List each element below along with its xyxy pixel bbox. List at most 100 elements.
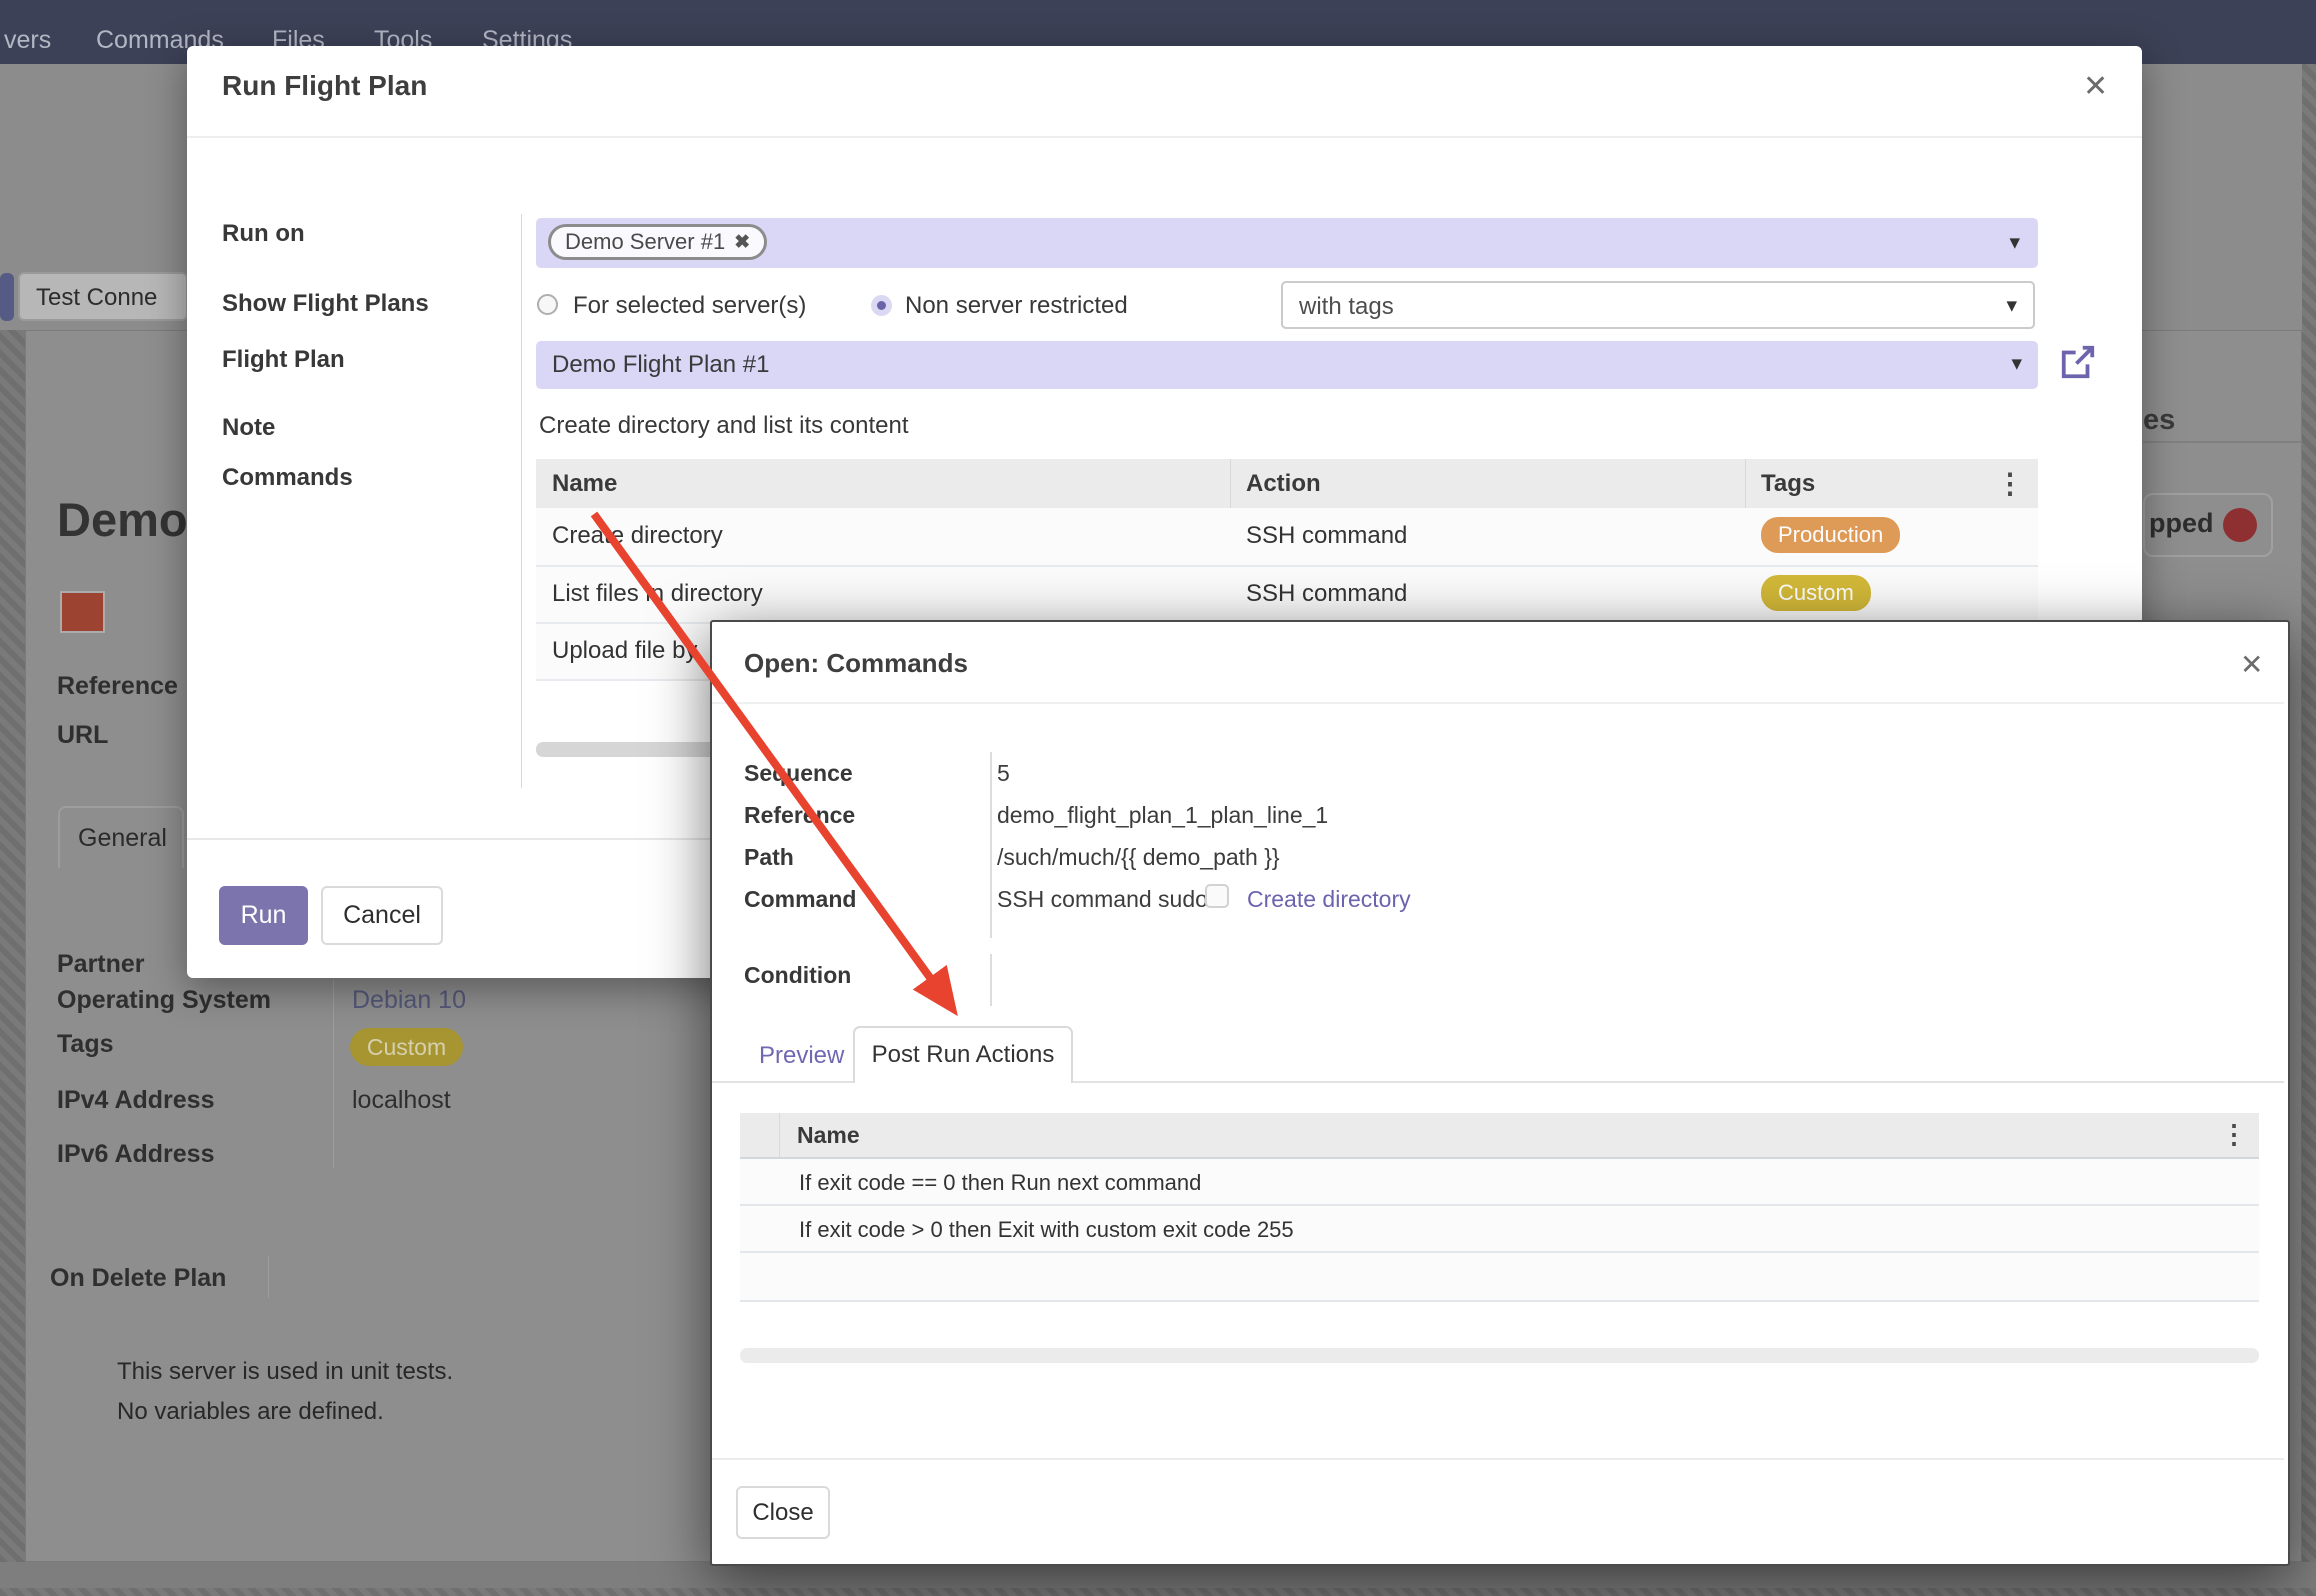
col-divider bbox=[1230, 459, 1231, 508]
radio-for-selected-servers[interactable] bbox=[537, 294, 558, 315]
close-icon[interactable]: ✕ bbox=[2083, 72, 2108, 102]
row-action: SSH command bbox=[1246, 522, 1407, 550]
row-action: SSH command bbox=[1246, 580, 1407, 608]
remove-icon[interactable]: ✖ bbox=[734, 231, 750, 254]
col-header-name[interactable]: Name bbox=[552, 470, 617, 498]
with-tags-select[interactable]: with tags ▾ bbox=[1281, 281, 2035, 329]
server-title: Demo bbox=[57, 492, 188, 547]
background-button-fragment[interactable] bbox=[0, 273, 14, 321]
row-tag-badge: Custom bbox=[1761, 575, 1871, 611]
os-label: Operating System bbox=[57, 986, 271, 1015]
radio-non-server-restricted[interactable] bbox=[871, 295, 892, 316]
row-name: If exit code == 0 then Run next command bbox=[799, 1170, 1201, 1196]
with-tags-value: with tags bbox=[1299, 293, 1394, 321]
table-row[interactable]: If exit code > 0 then Exit with custom e… bbox=[740, 1206, 2259, 1251]
sequence-value: 5 bbox=[997, 760, 1010, 787]
test-connection-label: Test Conne bbox=[36, 284, 157, 312]
external-link-icon[interactable] bbox=[2059, 343, 2097, 381]
reference-field-label: Reference bbox=[744, 802, 855, 829]
close-button[interactable]: Close bbox=[736, 1486, 830, 1539]
tag-badge-custom: Custom bbox=[350, 1028, 463, 1066]
tag-badge-custom-label: Custom bbox=[367, 1034, 446, 1060]
stopped-status-label: pped bbox=[2149, 508, 2214, 539]
os-value-link[interactable]: Debian 10 bbox=[352, 986, 466, 1015]
close-icon[interactable]: ✕ bbox=[2240, 650, 2263, 680]
nav-item-servers[interactable]: vers bbox=[4, 26, 51, 55]
radio-non-server-restricted-label[interactable]: Non server restricted bbox=[905, 292, 1128, 320]
stopped-status-dot bbox=[2223, 508, 2257, 542]
run-button[interactable]: Run bbox=[219, 886, 308, 945]
ipv6-label: IPv6 Address bbox=[57, 1140, 214, 1169]
condition-label: Condition bbox=[744, 962, 851, 989]
close-button-label: Close bbox=[752, 1499, 813, 1527]
sudo-checkbox[interactable] bbox=[1205, 884, 1229, 908]
commands-label: Commands bbox=[222, 464, 353, 492]
tab-post-run-actions[interactable]: Post Run Actions bbox=[853, 1026, 1073, 1083]
ipv4-value: localhost bbox=[352, 1086, 451, 1115]
tab-preview[interactable]: Preview bbox=[759, 1042, 844, 1070]
field-divider bbox=[333, 948, 334, 1168]
unit-test-note-line1: This server is used in unit tests. bbox=[117, 1358, 453, 1386]
commands-modal-title: Open: Commands bbox=[744, 648, 968, 679]
table-horizontal-scrollbar[interactable] bbox=[740, 1348, 2259, 1363]
tags-label: Tags bbox=[57, 1030, 114, 1059]
run-button-label: Run bbox=[241, 901, 287, 930]
sequence-label: Sequence bbox=[744, 760, 853, 787]
cancel-button-label: Cancel bbox=[343, 901, 421, 930]
color-swatch[interactable] bbox=[60, 591, 105, 633]
header-divider bbox=[712, 702, 2284, 704]
reference-field-value: demo_flight_plan_1_plan_line_1 bbox=[997, 802, 1328, 829]
open-commands-modal: Open: Commands ✕ Sequence 5 Reference de… bbox=[710, 620, 2290, 1566]
unit-test-note-line2: No variables are defined. bbox=[117, 1398, 384, 1426]
stopped-status-button[interactable]: pped bbox=[2143, 493, 2273, 557]
field-divider bbox=[268, 1256, 269, 1298]
row-name: If exit code > 0 then Exit with custom e… bbox=[799, 1217, 1294, 1243]
screen: vers Commands Files Tools Settings Test … bbox=[0, 0, 2316, 1596]
col-divider bbox=[1745, 459, 1746, 508]
reference-label: Reference bbox=[57, 672, 178, 701]
table-options-icon[interactable]: ⋮ bbox=[1996, 467, 2024, 500]
page-edge-bottom bbox=[0, 1588, 2316, 1596]
table-row[interactable]: List files in directory SSH command Cust… bbox=[536, 567, 2038, 622]
table-row[interactable]: If exit code == 0 then Run next command bbox=[740, 1159, 2259, 1204]
test-connection-button[interactable]: Test Conne bbox=[18, 272, 188, 321]
table-row[interactable]: Create directory SSH command Production bbox=[536, 508, 2038, 565]
on-delete-plan-label: On Delete Plan bbox=[50, 1264, 226, 1293]
command-label: Command bbox=[744, 886, 856, 913]
command-value: SSH command sudo bbox=[997, 886, 1208, 913]
field-divider bbox=[990, 752, 992, 938]
path-label: Path bbox=[744, 844, 794, 871]
label-divider bbox=[521, 214, 522, 788]
col-header-name[interactable]: Name bbox=[797, 1122, 860, 1149]
col-header-tags[interactable]: Tags bbox=[1761, 470, 1815, 498]
run-on-label: Run on bbox=[222, 220, 305, 248]
chevron-down-icon: ▾ bbox=[2011, 351, 2022, 376]
flight-plan-label: Flight Plan bbox=[222, 346, 345, 374]
radio-for-selected-servers-label[interactable]: For selected server(s) bbox=[573, 292, 806, 320]
ipv4-label: IPv4 Address bbox=[57, 1086, 214, 1115]
chevron-down-icon[interactable]: ▾ bbox=[2009, 230, 2020, 255]
header-divider bbox=[187, 136, 2142, 138]
page-edge-right bbox=[2302, 64, 2316, 1596]
row-name: Create directory bbox=[552, 522, 723, 550]
partner-label: Partner bbox=[57, 950, 145, 979]
tab-general[interactable]: General bbox=[58, 806, 184, 868]
tab-general-label: General bbox=[78, 824, 167, 853]
server-tag-label: Demo Server #1 bbox=[565, 229, 725, 255]
row-name: List files in directory bbox=[552, 580, 763, 608]
url-label: URL bbox=[57, 721, 108, 750]
server-tag-pill[interactable]: Demo Server #1 ✖ bbox=[548, 224, 767, 260]
cancel-button[interactable]: Cancel bbox=[321, 886, 443, 945]
row-divider bbox=[740, 1300, 2259, 1302]
background-divider bbox=[2143, 441, 2302, 443]
flight-plan-select[interactable]: Demo Flight Plan #1 ▾ bbox=[536, 341, 2038, 389]
note-value: Create directory and list its content bbox=[539, 412, 909, 440]
run-on-field[interactable]: Demo Server #1 ✖ ▾ bbox=[536, 218, 2038, 268]
run-modal-title: Run Flight Plan bbox=[222, 70, 427, 102]
table-options-icon[interactable]: ⋮ bbox=[2221, 1119, 2247, 1150]
col-header-action[interactable]: Action bbox=[1246, 470, 1321, 498]
flight-plan-value: Demo Flight Plan #1 bbox=[552, 351, 769, 379]
background-heading-partial: es bbox=[2143, 404, 2175, 437]
command-link[interactable]: Create directory bbox=[1247, 886, 1411, 913]
col-divider bbox=[779, 1113, 780, 1157]
